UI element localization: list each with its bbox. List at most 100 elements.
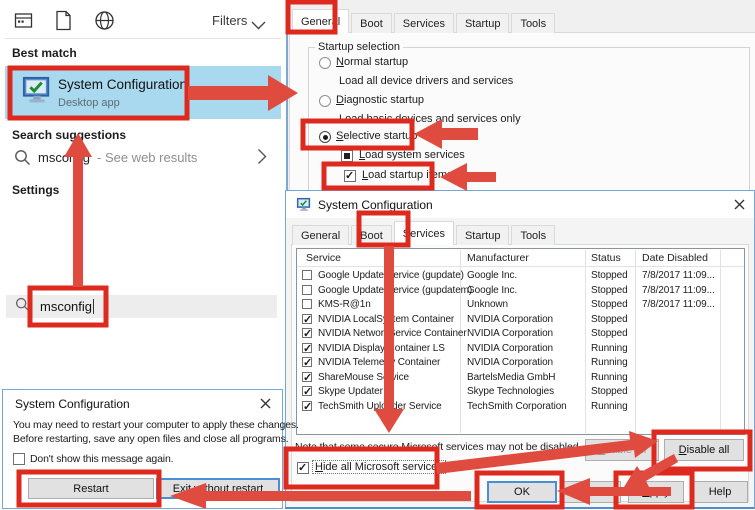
service-checkbox[interactable]	[302, 328, 312, 338]
restart-dialog-title: System Configuration	[15, 397, 130, 411]
service-name: NVIDIA Display Container LS	[318, 343, 445, 354]
service-checkbox[interactable]	[302, 299, 312, 309]
tab-startup[interactable]: Startup	[456, 13, 509, 33]
service-manufacturer: NVIDIA Corporation	[467, 357, 553, 368]
service-name: TechSmith Uploader Service	[318, 401, 442, 412]
tab-general[interactable]: General	[292, 9, 349, 33]
load-system-services-label: Load system services	[359, 149, 465, 161]
help-button[interactable]: Help	[692, 481, 748, 503]
disable-all-button[interactable]: Disable all	[664, 439, 744, 461]
close-icon[interactable]	[726, 193, 752, 216]
service-checkbox[interactable]	[302, 343, 312, 353]
ok-button[interactable]: OK	[487, 481, 557, 503]
restart-button[interactable]: Restart	[28, 478, 154, 499]
suggestion-note: - See web results	[97, 150, 197, 165]
normal-startup-desc: Load all device drivers and services	[339, 75, 513, 87]
tab-services[interactable]: Services	[394, 221, 454, 245]
column-status[interactable]: Status	[591, 252, 621, 264]
service-name: KMS-R@1n	[318, 299, 371, 310]
service-status: Running	[591, 372, 628, 383]
services-dialog-titlebar: System Configuration	[286, 191, 754, 218]
search-icon	[14, 149, 31, 171]
exit-without-restart-button[interactable]: Exit without restart	[156, 478, 280, 499]
service-row[interactable]: Google Update Service (gupdate) Google I…	[297, 269, 744, 284]
service-row[interactable]: Skype Updater Skype Technologies Stopped	[297, 385, 744, 400]
service-row[interactable]: NVIDIA Display Container LS NVIDIA Corpo…	[297, 342, 744, 357]
hide-all-microsoft-services-checkbox[interactable]	[297, 462, 309, 474]
restart-message-line1: You may need to restart your computer to…	[13, 419, 299, 431]
search-input[interactable]: msconfig	[6, 295, 277, 318]
service-row[interactable]: ShareMouse Service BartelsMedia GmbH Run…	[297, 371, 744, 386]
best-match-result[interactable]: System Configuration Desktop app	[5, 66, 281, 119]
service-name: NVIDIA Telemetry Container	[318, 357, 440, 368]
best-match-header: Best match	[12, 46, 77, 60]
service-checkbox[interactable]	[302, 401, 312, 411]
dont-show-again-checkbox[interactable]	[13, 453, 25, 465]
diagnostic-startup-radio[interactable]	[319, 95, 331, 107]
service-row[interactable]: KMS-R@1n Unknown Stopped 7/8/2017 11:09.…	[297, 298, 744, 313]
chevron-down-icon[interactable]	[251, 17, 266, 35]
apps-icon[interactable]	[14, 11, 33, 30]
service-row[interactable]: Google Update Service (gupdatem) Google …	[297, 284, 744, 299]
load-startup-items-checkbox[interactable]	[344, 170, 356, 182]
tab-tools[interactable]: Tools	[511, 225, 555, 245]
tab-boot[interactable]: Boot	[351, 13, 392, 33]
services-dialog-tabs: General Boot Services Startup Tools	[292, 221, 557, 245]
service-row[interactable]: NVIDIA Telemetry Container NVIDIA Corpor…	[297, 356, 744, 371]
service-status: Running	[591, 343, 628, 354]
service-checkbox[interactable]	[302, 270, 312, 280]
service-checkbox[interactable]	[302, 314, 312, 324]
close-icon[interactable]	[253, 393, 277, 413]
services-note: Note that some secure Microsoft services…	[295, 441, 581, 453]
service-checkbox[interactable]	[302, 357, 312, 367]
service-manufacturer: NVIDIA Corporation	[467, 314, 553, 325]
service-name: NVIDIA LocalSystem Container	[318, 314, 454, 325]
globe-icon[interactable]	[94, 10, 115, 31]
service-checkbox[interactable]	[302, 372, 312, 382]
services-rows: Google Update Service (gupdate) Google I…	[297, 269, 744, 414]
service-checkbox[interactable]	[302, 285, 312, 295]
best-match-title: System Configuration	[58, 77, 187, 92]
search-suggestions-header: Search suggestions	[12, 128, 126, 142]
service-manufacturer: TechSmith Corporation	[467, 401, 567, 412]
column-service[interactable]: Service	[306, 252, 341, 264]
search-icon	[15, 297, 30, 317]
selective-startup-radio[interactable]	[319, 131, 331, 143]
general-dialog-tabs: General Boot Services Startup Tools	[292, 9, 557, 33]
service-row[interactable]: TechSmith Uploader Service TechSmith Cor…	[297, 400, 744, 415]
suggestion-row[interactable]: msconfig - See web results	[5, 144, 281, 172]
service-manufacturer: BartelsMedia GmbH	[467, 372, 555, 383]
load-system-services-checkbox[interactable]	[341, 150, 353, 162]
start-search-panel: Filters Best match System Configuration …	[0, 0, 283, 382]
tab-boot[interactable]: Boot	[351, 225, 392, 245]
service-status: Stopped	[591, 328, 628, 339]
service-date-disabled: 7/8/2017 11:09...	[642, 285, 715, 296]
service-name: Skype Updater	[318, 386, 383, 397]
filters-label: Filters	[212, 13, 247, 28]
service-row[interactable]: NVIDIA NetworkService Container NVIDIA C…	[297, 327, 744, 342]
column-date-disabled[interactable]: Date Disabled	[642, 252, 708, 264]
normal-startup-radio[interactable]	[319, 57, 331, 69]
service-status: Running	[591, 357, 628, 368]
tab-general[interactable]: General	[292, 225, 349, 245]
service-status: Stopped	[591, 314, 628, 325]
enable-all-button[interactable]: Enable all	[585, 439, 659, 461]
hide-all-microsoft-services-label[interactable]: Hide all Microsoft services	[313, 461, 445, 473]
restart-message-line2: Before restarting, save any open files a…	[13, 433, 289, 445]
cancel-button[interactable]: Cancel	[561, 481, 621, 503]
service-manufacturer: Unknown	[467, 299, 508, 310]
document-icon[interactable]	[55, 10, 72, 31]
tab-tools[interactable]: Tools	[511, 13, 555, 33]
service-date-disabled: 7/8/2017 11:09...	[642, 299, 715, 310]
column-manufacturer[interactable]: Manufacturer	[467, 252, 529, 264]
selective-startup-label: Selective startup	[336, 130, 417, 142]
apply-button[interactable]: Apply	[628, 481, 684, 503]
service-row[interactable]: NVIDIA LocalSystem Container NVIDIA Corp…	[297, 313, 744, 328]
filters-button[interactable]: Filters	[212, 13, 247, 28]
services-list[interactable]: Service Manufacturer Status Date Disable…	[296, 248, 745, 435]
service-status: Stopped	[591, 285, 628, 296]
tab-startup[interactable]: Startup	[456, 225, 509, 245]
tab-services[interactable]: Services	[394, 13, 454, 33]
service-name: NVIDIA NetworkService Container	[318, 328, 467, 339]
service-checkbox[interactable]	[302, 386, 312, 396]
